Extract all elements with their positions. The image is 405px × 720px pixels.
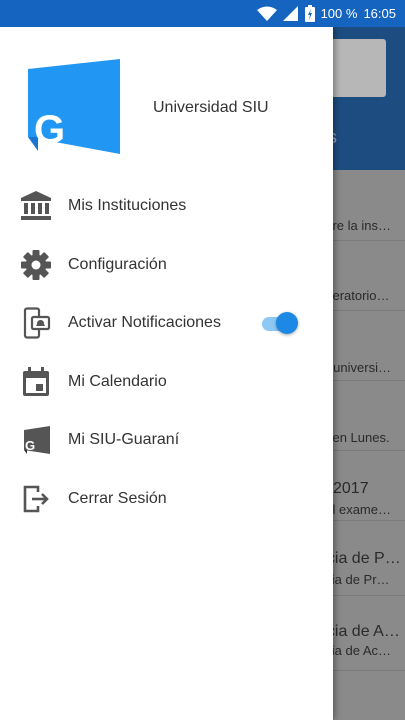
- logout-icon: [20, 483, 52, 515]
- status-bar: 100 % 16:05: [0, 0, 405, 27]
- menu-item-label: Mis Instituciones: [68, 197, 187, 215]
- guarani-icon-letter: G: [25, 438, 35, 453]
- notifications-toggle[interactable]: [262, 311, 300, 335]
- menu-item-activar-notificaciones[interactable]: Activar Notificaciones: [0, 294, 333, 353]
- menu-item-label: Configuración: [68, 255, 167, 273]
- logo-letter: G: [34, 108, 65, 152]
- institution-icon: [20, 190, 52, 222]
- wifi-icon: [256, 6, 277, 22]
- menu-item-label: Cerrar Sesión: [68, 489, 167, 507]
- phone-notification-icon: [20, 307, 52, 339]
- menu-item-mis-instituciones[interactable]: Mis Instituciones: [0, 177, 333, 236]
- toggle-knob: [276, 312, 298, 335]
- drawer-header: G Universidad SIU: [0, 27, 333, 167]
- clock: 16:05: [363, 6, 396, 21]
- list-item-title: 2017: [333, 480, 369, 497]
- menu-item-cerrar-sesion[interactable]: Cerrar Sesión: [0, 470, 333, 529]
- battery-percentage: 100 %: [320, 6, 358, 21]
- menu-item-label: Mi SIU-Guaraní: [68, 431, 180, 449]
- menu-item-label: Activar Notificaciones: [68, 314, 221, 332]
- menu-item-configuracion[interactable]: Configuración: [0, 236, 333, 295]
- siu-guarani-logo: G: [28, 59, 120, 154]
- drawer-menu: Mis Instituciones Configuración Activar …: [0, 177, 333, 528]
- menu-item-mi-siu-guarani[interactable]: G Mi SIU-Guaraní: [0, 411, 333, 470]
- calendar-icon: [20, 366, 52, 398]
- battery-icon: [304, 5, 315, 22]
- guarani-icon: G: [20, 424, 52, 456]
- navigation-drawer: G Universidad SIU Mis Instituciones Conf…: [0, 27, 333, 720]
- signal-icon: [282, 5, 299, 22]
- menu-item-label: Mi Calendario: [68, 372, 167, 390]
- institution-name: Universidad SIU: [153, 99, 269, 116]
- gear-icon: [20, 249, 52, 281]
- menu-item-mi-calendario[interactable]: Mi Calendario: [0, 353, 333, 412]
